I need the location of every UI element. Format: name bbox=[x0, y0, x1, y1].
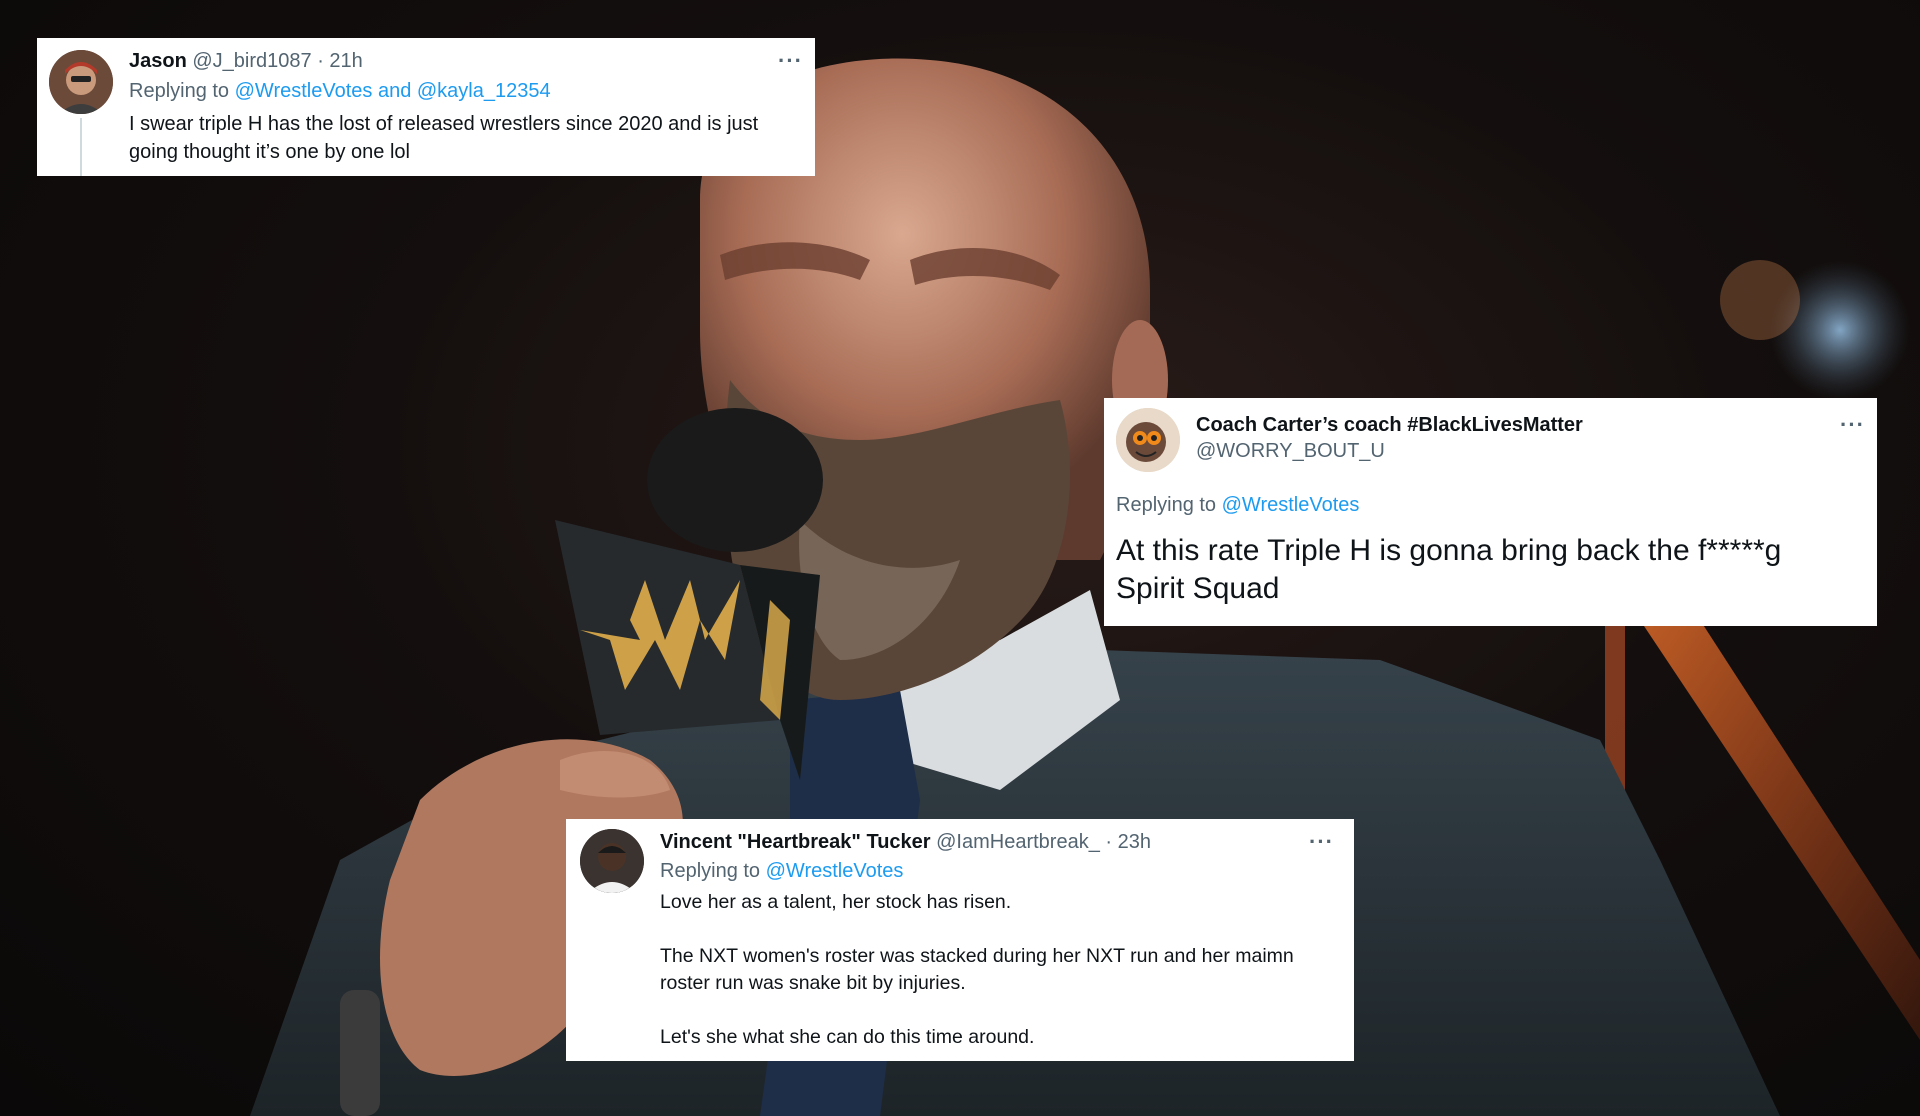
tweet-card-vincent-tucker[interactable]: Vincent "Heartbreak" Tucker @IamHeartbre… bbox=[566, 819, 1354, 1061]
stage-light bbox=[1720, 260, 1800, 340]
replying-prefix: Replying to bbox=[129, 80, 235, 102]
author-name[interactable]: Vincent "Heartbreak" Tucker bbox=[660, 831, 931, 853]
tweet-text-line: roster run was snake bit by injuries. bbox=[660, 972, 966, 994]
thread-line bbox=[80, 118, 82, 176]
tweet-text-line: At this rate Triple H is gonna bring bac… bbox=[1116, 534, 1782, 567]
author-name[interactable]: Jason bbox=[129, 50, 187, 72]
replying-to-link[interactable]: @WrestleVotes and @kayla_12354 bbox=[235, 80, 551, 102]
replying-to: Replying to @WrestleVotes bbox=[660, 860, 903, 883]
tweet-text-line: Love her as a talent, her stock has rise… bbox=[660, 891, 1012, 913]
tweet-text: Love her as a talent, her stock has rise… bbox=[660, 889, 1294, 1051]
tweet-text-line: The NXT women's roster was stacked durin… bbox=[660, 945, 1294, 967]
avatar[interactable] bbox=[49, 50, 113, 114]
author-handle[interactable]: @WORRY_BOUT_U bbox=[1196, 440, 1385, 463]
tweet-card-coach-carter[interactable]: Coach Carter’s coach #BlackLivesMatter @… bbox=[1104, 398, 1877, 626]
replying-to: Replying to @WrestleVotes and @kayla_123… bbox=[129, 80, 551, 103]
avatar[interactable] bbox=[580, 829, 644, 893]
replying-to-link[interactable]: @WrestleVotes bbox=[766, 860, 904, 882]
more-options-icon[interactable]: ··· bbox=[1309, 831, 1334, 853]
replying-prefix: Replying to bbox=[660, 860, 766, 882]
tweet-text-line: I swear triple H has the lost of release… bbox=[129, 113, 759, 135]
bracelet bbox=[340, 990, 380, 1116]
avatar[interactable] bbox=[1116, 408, 1180, 472]
tweet-time[interactable]: · 23h bbox=[1105, 831, 1151, 853]
author-handle[interactable]: @IamHeartbreak_ bbox=[936, 831, 1100, 853]
tweet-text-line: going thought it’s one by one lol bbox=[129, 141, 410, 163]
tweet-header: Vincent "Heartbreak" Tucker @IamHeartbre… bbox=[660, 831, 1151, 854]
replying-prefix: Replying to bbox=[1116, 494, 1222, 516]
more-options-icon[interactable]: ··· bbox=[778, 50, 803, 72]
replying-to: Replying to @WrestleVotes bbox=[1116, 494, 1359, 517]
avatar-image bbox=[49, 50, 113, 114]
mic-foam bbox=[647, 408, 823, 552]
tweet-header: Coach Carter’s coach #BlackLivesMatter bbox=[1196, 414, 1583, 437]
tweet-text-line: Spirit Squad bbox=[1116, 572, 1280, 605]
author-handle[interactable]: @J_bird1087 bbox=[192, 50, 311, 72]
tweet-text-line: Let's she what she can do this time arou… bbox=[660, 1026, 1035, 1048]
tweet-text: At this rate Triple H is gonna bring bac… bbox=[1116, 532, 1781, 608]
tweet-card-jason[interactable]: Jason @J_bird1087 · 21h Replying to @Wre… bbox=[37, 38, 815, 176]
tweet-time[interactable]: · 21h bbox=[317, 50, 363, 72]
avatar-image bbox=[1116, 408, 1180, 472]
tweet-text: I swear triple H has the lost of release… bbox=[129, 110, 758, 166]
tweet-header: Jason @J_bird1087 · 21h bbox=[129, 50, 363, 73]
avatar-image bbox=[580, 829, 644, 893]
author-name[interactable]: Coach Carter’s coach #BlackLivesMatter bbox=[1196, 414, 1583, 436]
more-options-icon[interactable]: ··· bbox=[1840, 414, 1865, 436]
replying-to-link[interactable]: @WrestleVotes bbox=[1222, 494, 1360, 516]
